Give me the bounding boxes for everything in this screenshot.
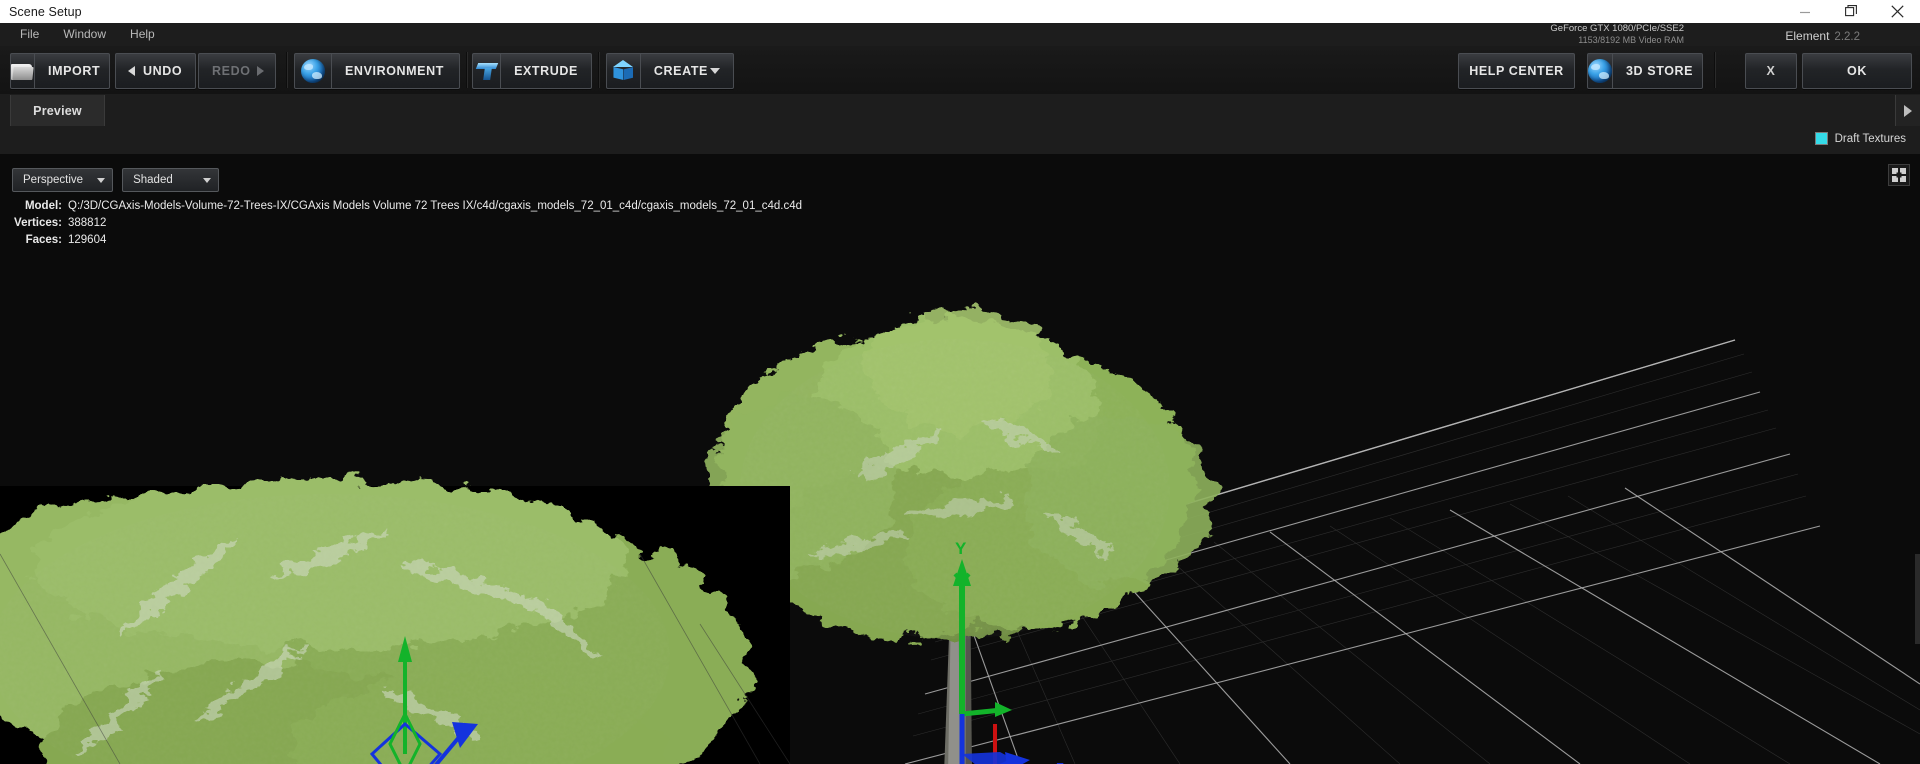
globe-icon — [1588, 54, 1613, 88]
camera-view-dropdown[interactable]: Perspective — [12, 168, 114, 192]
gpu-device: GeForce GTX 1080/PCIe/SSE2 — [1550, 23, 1684, 34]
stat-row: Model: Q:/3D/CGAxis-Models-Volume-72-Tree… — [0, 198, 802, 215]
stat-row: Vertices: 388812 — [0, 215, 802, 232]
3d-store-button[interactable]: 3D STORE — [1587, 53, 1703, 89]
gpu-memory: 1153/8192 MB Video RAM — [1578, 34, 1684, 45]
gpu-info: GeForce GTX 1080/PCIe/SSE2 1153/8192 MB … — [1550, 23, 1684, 47]
3d-store-label: 3D STORE — [1626, 64, 1694, 78]
model-path-value: Q:/3D/CGAxis-Models-Volume-72-Trees-IX/C… — [68, 200, 803, 212]
axis-y-label: Y — [955, 539, 967, 558]
menu-item-help[interactable]: Help — [118, 23, 167, 46]
main-toolbar: IMPORT UNDO REDO ENVIRONMENT EXTRUDE CRE… — [0, 46, 1920, 95]
shading-mode-dropdown[interactable]: Shaded — [122, 168, 220, 192]
undo-button-label: UNDO — [143, 64, 183, 78]
arrow-right-icon — [256, 66, 264, 76]
ok-button[interactable]: OK — [1802, 53, 1912, 89]
stat-key: Faces: — [25, 234, 62, 246]
window-controls — [1782, 0, 1920, 23]
redo-button[interactable]: REDO — [198, 53, 276, 89]
fit-to-view-button[interactable] — [1888, 164, 1910, 186]
draft-textures-toggle[interactable]: Draft Textures — [1814, 132, 1906, 145]
environment-button[interactable]: ENVIRONMENT — [294, 53, 460, 89]
camera-view-value: Perspective — [23, 174, 84, 186]
axis-z-label: Z — [1056, 760, 1064, 764]
chevron-right-icon — [1904, 104, 1912, 117]
help-center-label: HELP CENTER — [1469, 64, 1564, 78]
product-brand: Element 2.2.2 — [1785, 29, 1860, 43]
cancel-button[interactable]: X — [1745, 53, 1797, 89]
help-center-button[interactable]: HELP CENTER — [1458, 53, 1575, 89]
close-icon[interactable] — [1874, 0, 1920, 23]
closeup-render-overlay — [0, 479, 791, 764]
restore-icon[interactable] — [1828, 0, 1874, 23]
folder-icon — [11, 54, 35, 88]
vertices-value: 388812 — [68, 217, 107, 229]
preview-viewport[interactable]: Perspective Shaded Model: Q:/3D/CGAxis-Mo… — [0, 154, 1920, 764]
chevron-down-icon — [97, 177, 106, 183]
cube-icon — [607, 54, 641, 88]
fit-to-view-icon — [1892, 168, 1906, 182]
import-button[interactable]: IMPORT — [10, 53, 110, 89]
shading-mode-value: Shaded — [133, 174, 173, 186]
title-bar: Scene Setup — [0, 0, 1920, 23]
environment-button-label: ENVIRONMENT — [345, 64, 444, 78]
tab-overflow-button[interactable] — [1895, 95, 1920, 126]
arrow-left-icon — [128, 66, 135, 76]
viewport-options-bar: Draft Textures — [0, 126, 1920, 155]
menu-item-window[interactable]: Window — [51, 23, 118, 46]
scene-setup-window: Scene Setup File Window Help GeForce GTX… — [0, 0, 1920, 764]
redo-button-label: REDO — [212, 64, 251, 78]
product-name: Element — [1785, 29, 1830, 43]
model-stats: Model: Q:/3D/CGAxis-Models-Volume-72-Tree… — [0, 198, 802, 249]
import-button-label: IMPORT — [48, 64, 101, 78]
undo-button[interactable]: UNDO — [115, 53, 196, 89]
extrude-button[interactable]: EXTRUDE — [472, 53, 592, 89]
product-version: 2.2.2 — [1834, 31, 1860, 43]
viewport-dropdowns: Perspective Shaded — [12, 168, 220, 192]
stat-row: Faces: 129604 — [0, 232, 802, 249]
globe-icon — [295, 54, 332, 88]
menu-item-file[interactable]: File — [8, 23, 51, 46]
extrude-button-label: EXTRUDE — [514, 64, 578, 78]
checkbox-icon[interactable] — [1814, 132, 1828, 145]
faces-value: 129604 — [68, 234, 107, 246]
ok-button-label: OK — [1847, 64, 1867, 78]
tab-preview-label: Preview — [33, 103, 82, 118]
minimize-icon[interactable] — [1782, 0, 1828, 23]
tab-preview[interactable]: Preview — [10, 95, 105, 126]
draft-textures-label: Draft Textures — [1834, 132, 1906, 145]
stat-key: Vertices: — [14, 217, 62, 229]
create-button[interactable]: CREATE — [606, 53, 734, 89]
chevron-down-icon — [710, 68, 720, 74]
extrude-t-icon — [473, 54, 502, 88]
chevron-down-icon — [203, 177, 212, 183]
tab-bar: Preview — [0, 94, 1920, 127]
cancel-button-label: X — [1766, 64, 1776, 78]
stat-key: Model: — [24, 200, 62, 212]
create-button-label: CREATE — [653, 64, 708, 78]
window-title: Scene Setup — [9, 4, 82, 19]
